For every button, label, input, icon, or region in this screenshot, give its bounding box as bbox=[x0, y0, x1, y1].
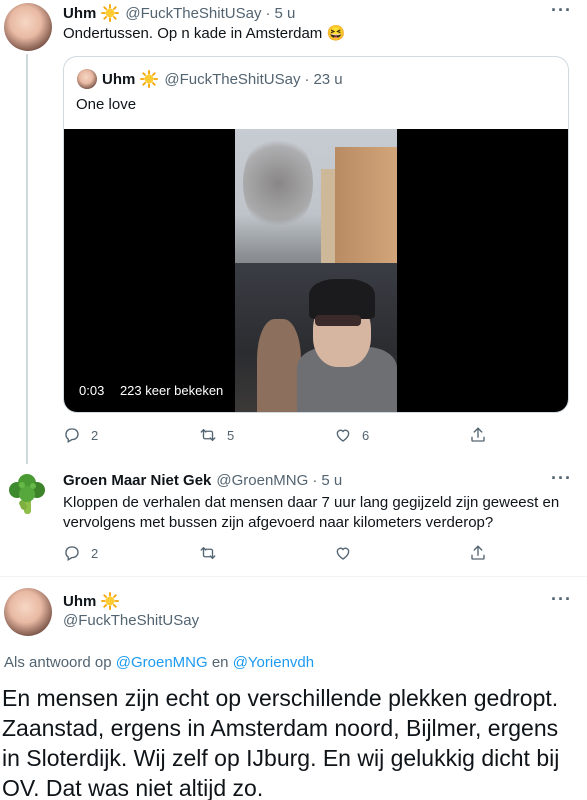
author-handle-row: @FuckTheShitUSay bbox=[63, 612, 199, 629]
share-button[interactable] bbox=[469, 544, 497, 562]
broccoli-avatar-icon bbox=[9, 474, 45, 514]
tweet-time[interactable]: 5 u bbox=[274, 5, 295, 22]
avatar[interactable] bbox=[4, 588, 52, 636]
video-frame bbox=[235, 129, 397, 412]
video-person bbox=[257, 319, 301, 412]
tweet-text: Kloppen de verhalen dat mensen daar 7 uu… bbox=[63, 494, 560, 531]
video-player[interactable]: 0:03 223 keer bekeken bbox=[64, 129, 568, 412]
tweet-actions: 2 bbox=[63, 544, 485, 564]
video-meta: 0:03 223 keer bekeken bbox=[79, 383, 223, 398]
video-duration: 0:03 bbox=[79, 383, 105, 398]
tweet-1[interactable]: Uhm @FuckTheShitUSay · 5 u ··· Ondertuss… bbox=[0, 0, 587, 464]
author-name[interactable]: Uhm bbox=[63, 5, 96, 22]
retweet-count: 5 bbox=[227, 427, 235, 443]
reply-and: en bbox=[211, 654, 229, 671]
tweet-time[interactable]: 5 u bbox=[321, 472, 342, 489]
quoted-text: One love bbox=[76, 96, 137, 113]
share-icon bbox=[471, 427, 485, 442]
author-name[interactable]: Uhm bbox=[63, 593, 96, 610]
reply-button[interactable]: 2 bbox=[63, 426, 98, 444]
like-button[interactable] bbox=[334, 544, 362, 562]
reply-user-link[interactable]: @Yorienvdh bbox=[233, 654, 314, 671]
like-button[interactable]: 6 bbox=[334, 426, 369, 444]
video-views: 223 keer bekeken bbox=[119, 383, 224, 398]
share-button[interactable] bbox=[469, 426, 497, 444]
sun-emoji-icon bbox=[140, 70, 159, 88]
retweet-button[interactable] bbox=[199, 544, 227, 562]
video-glasses bbox=[315, 315, 361, 326]
author-handle[interactable]: @FuckTheShitUSay bbox=[125, 5, 261, 22]
author-name[interactable]: Groen Maar Niet Gek bbox=[63, 472, 211, 489]
reply-count: 2 bbox=[91, 545, 99, 561]
author-handle[interactable]: @FuckTheShitUSay bbox=[63, 612, 199, 629]
reply-prefix: Als antwoord op bbox=[4, 654, 112, 671]
sun-emoji-icon bbox=[101, 4, 120, 22]
reply-button[interactable]: 2 bbox=[63, 544, 98, 562]
tweet-header: Uhm @FuckTheShitUSay · 5 u bbox=[63, 4, 295, 22]
tweet-text: Ondertussen. Op n kade in Amsterdam 😆 bbox=[63, 25, 346, 42]
author-name-row: Uhm bbox=[63, 592, 125, 610]
author-handle[interactable]: @GroenMNG bbox=[216, 472, 308, 489]
speech-bubble-icon bbox=[65, 546, 79, 561]
retweet-icon bbox=[200, 429, 216, 441]
like-count: 6 bbox=[362, 427, 370, 443]
separator-dot: · bbox=[312, 472, 318, 489]
video-hat bbox=[309, 279, 375, 319]
retweet-icon bbox=[200, 547, 216, 559]
avatar[interactable] bbox=[3, 470, 51, 518]
quoted-avatar bbox=[77, 69, 97, 89]
share-icon bbox=[471, 545, 485, 560]
more-icon[interactable]: ··· bbox=[551, 468, 572, 489]
tweet-header: Groen Maar Niet Gek @GroenMNG · 5 u bbox=[63, 472, 342, 489]
more-icon[interactable]: ··· bbox=[551, 589, 572, 610]
tweet-actions: 2 5 6 bbox=[63, 426, 485, 446]
sun-emoji-icon bbox=[101, 592, 120, 610]
quoted-time: 23 u bbox=[313, 70, 343, 88]
retweet-button[interactable]: 5 bbox=[199, 426, 234, 444]
separator-dot: · bbox=[304, 70, 310, 88]
video-building bbox=[335, 147, 397, 267]
avatar[interactable] bbox=[4, 3, 52, 51]
quoted-tweet[interactable]: Uhm @FuckTheShitUSay · 23 u One love 0:0… bbox=[63, 56, 569, 413]
video-tree bbox=[243, 133, 313, 233]
quoted-header: Uhm @FuckTheShitUSay · 23 u bbox=[102, 70, 343, 88]
reply-user-link[interactable]: @GroenMNG bbox=[116, 654, 208, 671]
heart-icon bbox=[336, 429, 350, 442]
tweet-2[interactable]: Groen Maar Niet Gek @GroenMNG · 5 u ··· … bbox=[0, 458, 587, 573]
reply-context: Als antwoord op @GroenMNG en @Yorienvdh bbox=[4, 654, 314, 671]
thread-line bbox=[26, 54, 28, 464]
quoted-author-handle: @FuckTheShitUSay bbox=[164, 70, 301, 88]
quoted-author-name: Uhm bbox=[102, 70, 136, 88]
speech-bubble-icon bbox=[65, 428, 79, 443]
separator-dot: · bbox=[265, 4, 271, 22]
reply-count: 2 bbox=[91, 427, 99, 443]
focused-tweet-text: En mensen zijn echt op verschillende ple… bbox=[2, 685, 560, 800]
more-icon[interactable]: ··· bbox=[551, 0, 572, 21]
heart-icon bbox=[336, 547, 350, 560]
